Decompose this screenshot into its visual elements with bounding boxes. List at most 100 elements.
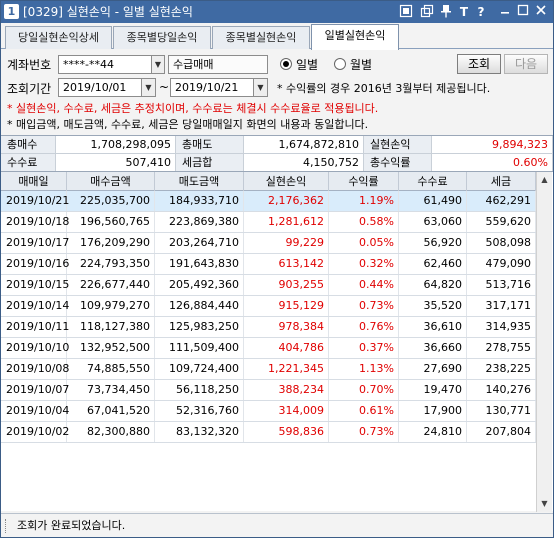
title-bar[interactable]: 1 [0329] 실현손익 - 일별 실현손익 T ? <box>1 1 553 23</box>
column-header-return[interactable]: 수익률 <box>329 172 399 191</box>
cell-fee: 36,610 <box>399 317 467 337</box>
tab-daily-realized-detail[interactable]: 당일실현손익상세 <box>5 26 112 49</box>
tab-by-stock-realized[interactable]: 종목별실현손익 <box>212 26 310 49</box>
tab-daily-realized[interactable]: 일별실현손익 <box>311 24 399 50</box>
minimize-icon[interactable] <box>497 4 513 20</box>
radio-monthly[interactable] <box>334 58 346 70</box>
cell-sell-amount: 111,509,400 <box>155 338 244 358</box>
cell-sell-amount: 184,933,710 <box>155 191 244 211</box>
account-label: 계좌번호 <box>7 58 52 72</box>
daily-pnl-table[interactable]: 매매일 매수금액 매도금액 실현손익 수익률 수수료 세금 2019/10/21… <box>1 171 553 512</box>
cell-date: 2019/10/18 <box>1 212 69 232</box>
table-row[interactable]: 2019/10/14 109,979,270 126,884,440 915,129 0… <box>1 296 536 317</box>
cell-fee: 35,520 <box>399 296 467 316</box>
table-row[interactable]: 2019/10/18 196,560,765 223,869,380 1,281,61… <box>1 212 536 233</box>
cell-fee: 56,920 <box>399 233 467 253</box>
cell-realized-pnl: 404,786 <box>244 338 329 358</box>
date-separator: ~ <box>159 80 170 94</box>
table-header: 매매일 매수금액 매도금액 실현손익 수익률 수수료 세금 <box>1 172 536 191</box>
date-from-calendar-button[interactable]: ▼ <box>141 78 156 97</box>
cell-realized-pnl: 613,142 <box>244 254 329 274</box>
cell-fee: 63,060 <box>399 212 467 232</box>
column-header-realized-pnl[interactable]: 실현손익 <box>244 172 329 191</box>
estimate-warning-note: * 실현손익, 수수료, 세금은 추정치이며, 수수료는 체결시 수수료율로 적… <box>7 102 379 115</box>
cell-realized-pnl: 1,281,612 <box>244 212 329 232</box>
font-size-icon[interactable]: T <box>456 4 472 20</box>
cell-sell-amount: 83,132,320 <box>155 422 244 442</box>
cell-date: 2019/10/07 <box>1 380 69 400</box>
realized-pnl-label: 실현손익 <box>364 136 432 154</box>
maximize-icon[interactable] <box>515 4 531 20</box>
table-row[interactable]: 2019/10/16 224,793,350 191,643,830 613,142 0… <box>1 254 536 275</box>
account-number-field[interactable]: ****-**44 <box>58 55 152 74</box>
cell-sell-amount: 223,869,380 <box>155 212 244 232</box>
column-header-tax[interactable]: 세금 <box>467 172 536 191</box>
vertical-scrollbar[interactable]: ▲ ▼ <box>536 172 552 512</box>
cell-return: 0.05% <box>329 233 399 253</box>
cell-sell-amount: 203,264,710 <box>155 233 244 253</box>
cell-buy-amount: 109,979,270 <box>67 296 155 316</box>
cell-tax: 314,935 <box>467 317 536 337</box>
help-icon[interactable]: ? <box>473 4 489 20</box>
cell-sell-amount: 125,983,250 <box>155 317 244 337</box>
date-from-field[interactable]: 2019/10/01 <box>58 78 142 97</box>
column-header-fee[interactable]: 수수료 <box>399 172 467 191</box>
radio-daily[interactable] <box>280 58 292 70</box>
radio-monthly-label[interactable]: 월별 <box>350 56 372 73</box>
table-row[interactable]: 2019/10/07 73,734,450 56,118,250 388,234 0.7… <box>1 380 536 401</box>
date-to-calendar-button[interactable]: ▼ <box>253 78 268 97</box>
cell-buy-amount: 132,952,500 <box>67 338 155 358</box>
copy-window-icon[interactable] <box>419 4 435 20</box>
cell-return: 0.58% <box>329 212 399 232</box>
cell-tax: 207,804 <box>467 422 536 442</box>
cell-tax: 513,716 <box>467 275 536 295</box>
window-title: [0329] 실현손익 - 일별 실현손익 <box>23 5 193 19</box>
table-row[interactable]: 2019/10/10 132,952,500 111,509,400 404,786 0… <box>1 338 536 359</box>
table-row[interactable]: 2019/10/15 226,677,440 205,492,360 903,255 0… <box>1 275 536 296</box>
date-to-field[interactable]: 2019/10/21 <box>170 78 254 97</box>
cell-date: 2019/10/17 <box>1 233 69 253</box>
cell-tax: 462,291 <box>467 191 536 211</box>
cell-tax: 508,098 <box>467 233 536 253</box>
table-row[interactable]: 2019/10/21 225,035,700 184,933,710 2,176,36… <box>1 191 536 212</box>
radio-daily-label[interactable]: 일별 <box>296 56 318 73</box>
table-row[interactable]: 2019/10/11 118,127,380 125,983,250 978,384 0… <box>1 317 536 338</box>
table-row[interactable]: 2019/10/04 67,041,520 52,316,760 314,009 0.6… <box>1 401 536 422</box>
column-header-date[interactable]: 매매일 <box>1 172 67 191</box>
column-header-sell-amount[interactable]: 매도금액 <box>155 172 244 191</box>
total-sell-value: 1,674,872,810 <box>244 136 364 154</box>
next-button[interactable]: 다음 <box>504 54 548 74</box>
cell-realized-pnl: 598,836 <box>244 422 329 442</box>
cell-return: 0.73% <box>329 296 399 316</box>
cell-realized-pnl: 903,255 <box>244 275 329 295</box>
close-icon[interactable] <box>533 4 549 20</box>
cell-tax: 479,090 <box>467 254 536 274</box>
cell-buy-amount: 225,035,700 <box>67 191 155 211</box>
table-row[interactable]: 2019/10/08 74,885,550 109,724,400 1,221,345… <box>1 359 536 380</box>
tab-bar: 당일실현손익상세 종목별당일손익 종목별실현손익 일별실현손익 <box>1 23 553 50</box>
query-panel: 계좌번호 ****-**44 ▼ 수급매매 일별 월별 조회 다음 조회기간 2… <box>1 50 553 132</box>
cell-buy-amount: 196,560,765 <box>67 212 155 232</box>
cell-tax: 140,276 <box>467 380 536 400</box>
cell-buy-amount: 176,209,290 <box>67 233 155 253</box>
dock-icon[interactable] <box>398 4 414 20</box>
data-source-note: * 매입금액, 매도금액, 수수료, 세금은 당일매매일지 화면의 내용과 동일… <box>7 118 369 131</box>
status-message: 조회가 완료되었습니다. <box>17 519 126 532</box>
cell-tax: 238,225 <box>467 359 536 379</box>
pin-icon[interactable] <box>438 4 454 20</box>
table-row[interactable]: 2019/10/02 82,300,880 83,132,320 598,836 0.7… <box>1 422 536 443</box>
cell-buy-amount: 82,300,880 <box>67 422 155 442</box>
cell-return: 1.13% <box>329 359 399 379</box>
table-row[interactable]: 2019/10/17 176,209,290 203,264,710 99,229 0.… <box>1 233 536 254</box>
cell-sell-amount: 109,724,400 <box>155 359 244 379</box>
column-header-buy-amount[interactable]: 매수금액 <box>67 172 155 191</box>
tab-by-stock-daily[interactable]: 종목별당일손익 <box>113 26 211 49</box>
account-dropdown-button[interactable]: ▼ <box>151 55 165 74</box>
cell-tax: 278,755 <box>467 338 536 358</box>
cell-fee: 62,460 <box>399 254 467 274</box>
scroll-down-icon[interactable]: ▼ <box>537 496 552 512</box>
query-button[interactable]: 조회 <box>457 54 501 74</box>
cell-buy-amount: 67,041,520 <box>67 401 155 421</box>
scroll-up-icon[interactable]: ▲ <box>537 172 552 188</box>
realized-pnl-window: 1 [0329] 실현손익 - 일별 실현손익 T ? 당일실현손익상세 종목별… <box>0 0 554 538</box>
